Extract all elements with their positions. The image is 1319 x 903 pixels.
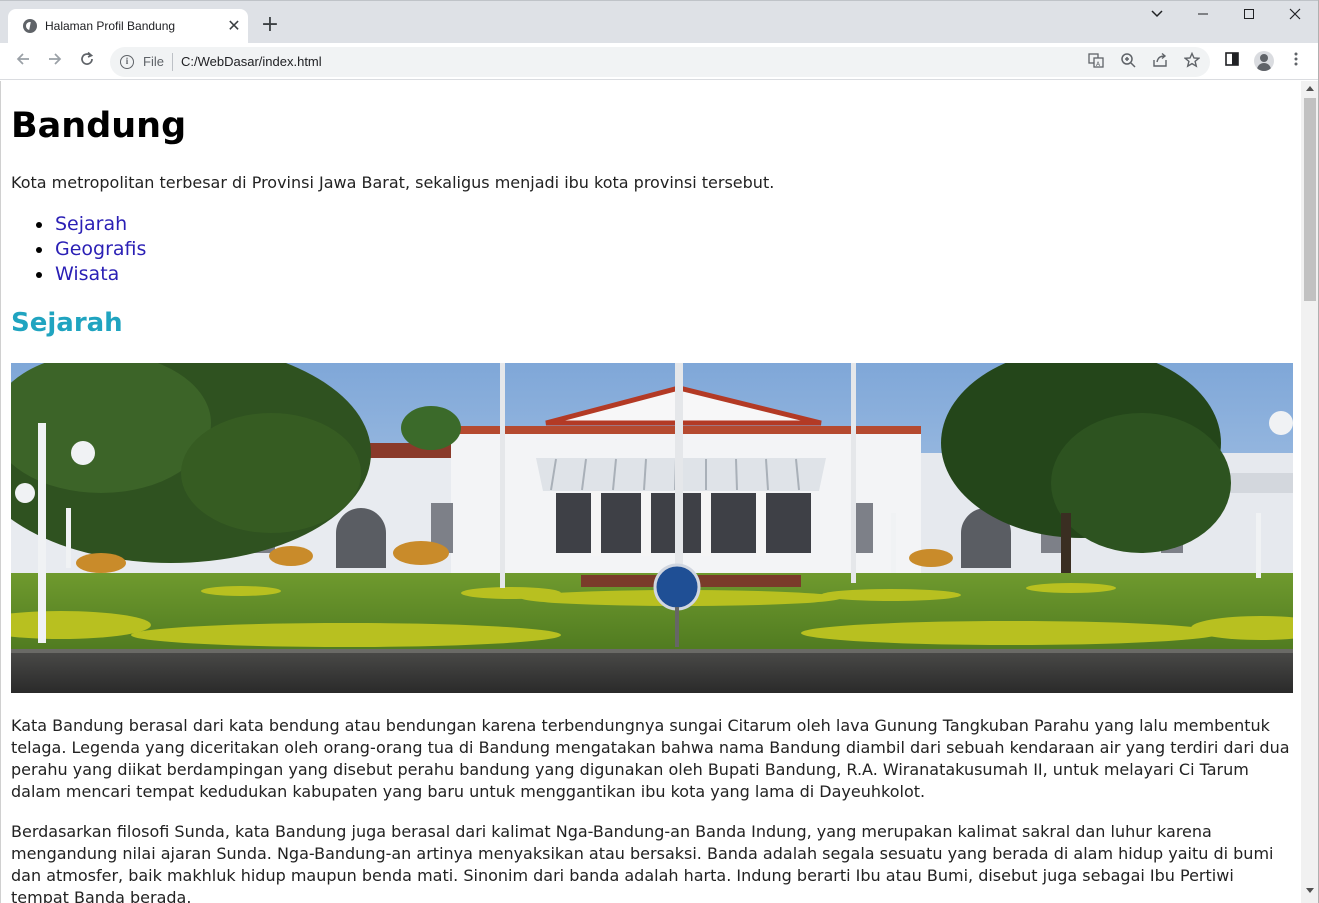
- chevron-down-icon: [1151, 10, 1163, 18]
- address-bar[interactable]: i File C:/WebDasar/index.html A: [110, 47, 1210, 77]
- url-text[interactable]: C:/WebDasar/index.html: [181, 54, 322, 69]
- page-viewport[interactable]: Bandung Kota metropolitan terbesar di Pr…: [0, 81, 1301, 903]
- list-item: Wisata: [11, 262, 146, 287]
- close-window-button[interactable]: [1281, 5, 1309, 27]
- forward-button[interactable]: [42, 49, 68, 75]
- share-icon[interactable]: [1150, 52, 1170, 72]
- maximize-icon: [1244, 9, 1254, 19]
- globe-icon: [23, 19, 37, 33]
- zoom-icon[interactable]: [1118, 52, 1138, 72]
- info-icon[interactable]: i: [120, 55, 134, 69]
- vertical-scrollbar[interactable]: [1301, 81, 1319, 903]
- paragraph: Kata Bandung berasal dari kata bendung a…: [11, 716, 1290, 801]
- arrow-right-icon: [49, 53, 62, 65]
- page-title: Bandung: [11, 106, 187, 146]
- profile-icon[interactable]: [1254, 51, 1274, 71]
- hero-image: [11, 363, 1293, 693]
- close-icon: [1289, 8, 1301, 20]
- tab-search-button[interactable]: [1143, 5, 1171, 27]
- nav-link-wisata[interactable]: Wisata: [55, 263, 119, 285]
- scroll-down-icon[interactable]: [1305, 887, 1315, 897]
- minimize-icon: [1198, 13, 1208, 15]
- nav-link-geografis[interactable]: Geografis: [55, 238, 146, 260]
- section-heading: Sejarah: [11, 308, 123, 338]
- scroll-up-icon[interactable]: [1305, 84, 1315, 94]
- scheme-label: File: [143, 54, 164, 69]
- scrollbar-thumb[interactable]: [1304, 98, 1316, 301]
- minimize-button[interactable]: [1189, 5, 1217, 27]
- list-item: Geografis: [11, 237, 146, 262]
- intro-text: Kota metropolitan terbesar di Provinsi J…: [11, 173, 775, 192]
- tab-title: Halaman Profil Bandung: [45, 19, 176, 33]
- paragraph: Berdasarkan filosofi Sunda, kata Bandung…: [11, 822, 1274, 903]
- back-button[interactable]: [10, 49, 36, 75]
- arrow-left-icon: [16, 53, 29, 65]
- address-separator: [172, 53, 173, 71]
- nav-link-sejarah[interactable]: Sejarah: [55, 213, 127, 235]
- section-nav-list: Sejarah Geografis Wisata: [11, 212, 146, 287]
- reload-button[interactable]: [74, 49, 100, 75]
- new-tab-button[interactable]: +: [259, 14, 281, 36]
- more-icon[interactable]: [1285, 51, 1307, 73]
- side-panel-icon[interactable]: [1221, 51, 1243, 73]
- reload-icon: [81, 51, 94, 65]
- tab-close-icon[interactable]: ✕: [225, 17, 243, 35]
- browser-tab[interactable]: Halaman Profil Bandung ✕: [8, 9, 248, 44]
- list-item: Sejarah: [11, 212, 146, 237]
- maximize-button[interactable]: [1235, 5, 1263, 27]
- translate-icon[interactable]: A: [1086, 52, 1106, 72]
- browser-toolbar: i File C:/WebDasar/index.html A: [0, 43, 1319, 80]
- browser-titlebar: Halaman Profil Bandung ✕ +: [0, 0, 1319, 44]
- star-icon[interactable]: [1182, 51, 1202, 72]
